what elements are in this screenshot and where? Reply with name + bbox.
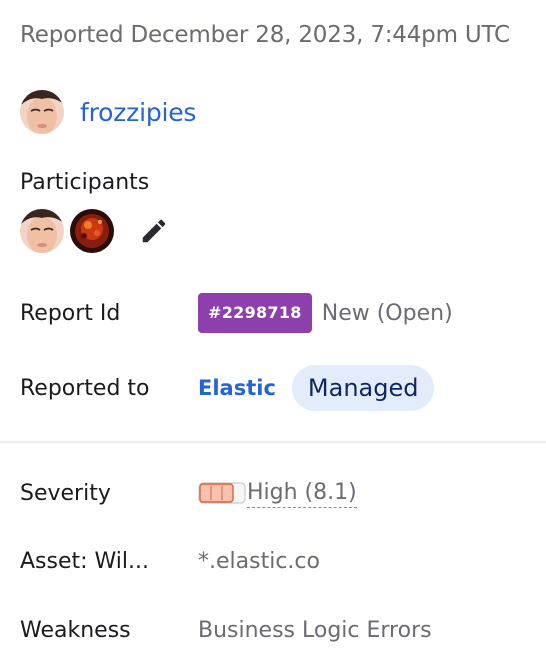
severity-label: Severity [20,480,111,506]
report-id-label: Report Id [20,300,121,326]
severity-row: Severity High (8.1) [20,476,546,510]
reporter-avatar[interactable] [20,90,64,134]
participants-list [20,209,172,253]
reported-timestamp: Reported December 28, 2023, 7:44pm UTC [20,22,510,48]
reported-to-label: Reported to [20,375,150,401]
asset-label: Asset: Wil... [20,548,150,574]
severity-value[interactable]: High (8.1) [247,479,357,508]
user-avatar-red-icon [70,209,114,253]
asset-row: Asset: Wil... *.elastic.co [20,545,546,577]
severity-fill [199,483,234,503]
weakness-label: Weakness [20,617,131,643]
participant-avatar[interactable] [70,209,114,253]
weakness-row: Weakness Business Logic Errors [20,614,546,646]
reported-to-row: Reported to Elastic Managed [20,365,546,411]
user-avatar-face-icon [20,90,64,134]
user-avatar-face-icon [20,209,64,253]
asset-value: *.elastic.co [198,548,320,574]
edit-participants-button[interactable] [136,213,172,249]
report-state: New (Open) [321,300,453,326]
reporter: frozzipies [20,89,196,135]
report-id-row: Report Id #2298718 New (Open) [20,293,546,333]
reporter-username-link[interactable]: frozzipies [80,98,196,127]
weakness-value: Business Logic Errors [198,617,432,643]
severity-meter-icon [198,482,246,504]
report-id-badge[interactable]: #2298718 [198,293,312,333]
pencil-icon [142,219,166,243]
participants-label: Participants [20,170,150,195]
participant-avatar[interactable] [20,209,64,253]
managed-badge: Managed [291,365,435,411]
section-divider [0,441,546,443]
program-link[interactable]: Elastic [198,376,276,400]
